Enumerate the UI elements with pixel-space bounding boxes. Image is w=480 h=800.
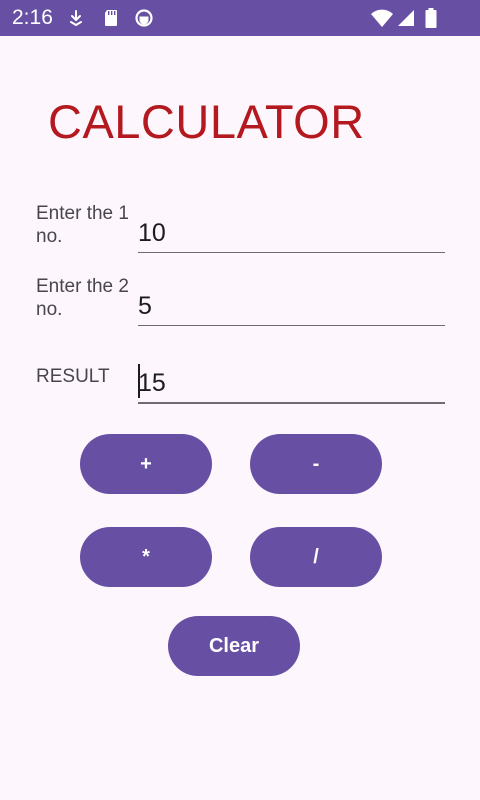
cellular-signal-icon <box>398 10 414 26</box>
sd-card-icon <box>105 10 117 26</box>
second-number-label: Enter the 2 no. <box>36 276 129 320</box>
multiply-button[interactable]: * <box>80 527 212 587</box>
status-time: 2:16 <box>12 6 53 29</box>
first-number-label: Enter the 1 no. <box>36 203 129 247</box>
status-bar: 2:16 <box>0 0 480 36</box>
result-label: RESULT <box>36 366 110 387</box>
first-number-input[interactable] <box>138 214 445 253</box>
add-button[interactable]: + <box>80 434 212 494</box>
second-number-input[interactable] <box>138 287 445 326</box>
clear-button[interactable]: Clear <box>168 616 300 676</box>
notification-circle-icon <box>135 9 153 27</box>
text-cursor <box>138 364 140 398</box>
wifi-icon <box>371 9 393 27</box>
divide-button[interactable]: / <box>250 527 382 587</box>
result-input[interactable] <box>138 364 445 404</box>
download-icon <box>70 10 82 27</box>
subtract-button[interactable]: - <box>250 434 382 494</box>
battery-icon <box>425 8 437 28</box>
app-title: CALCULATOR <box>48 95 365 148</box>
